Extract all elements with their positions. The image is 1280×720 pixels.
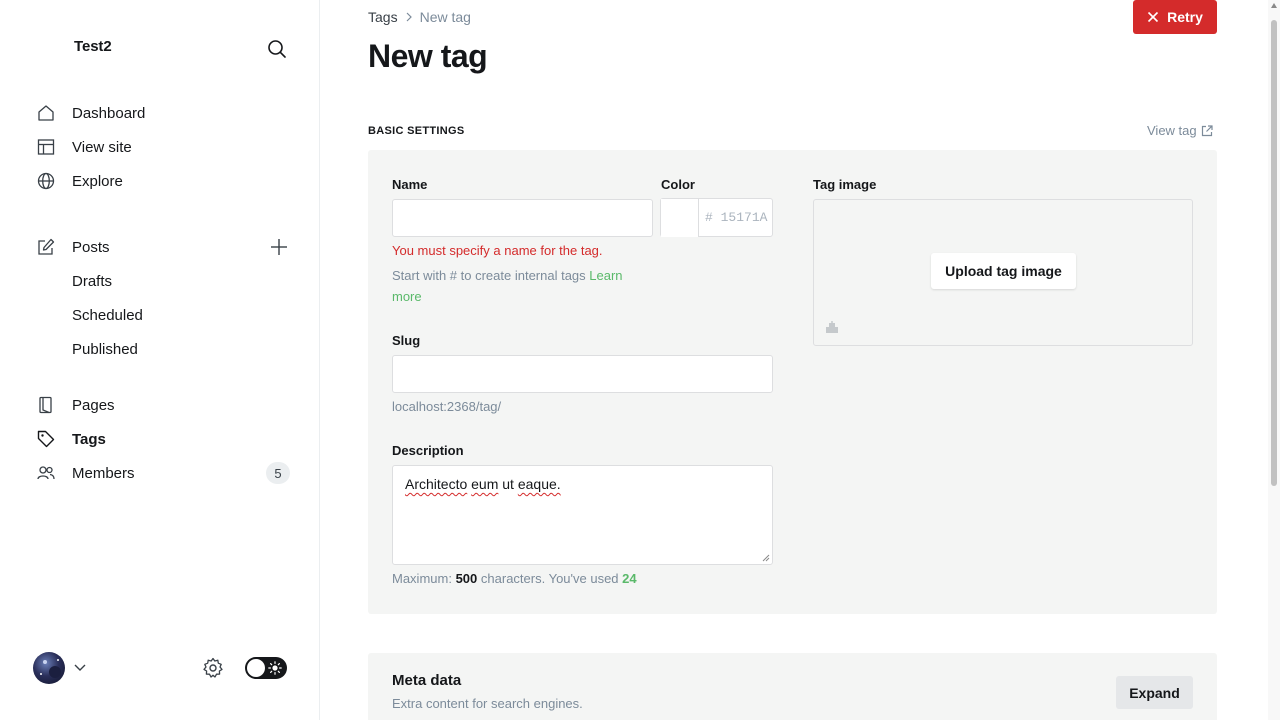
search-button[interactable] <box>264 36 290 62</box>
description-word: ut <box>502 476 514 492</box>
nav-pages-label: Pages <box>72 396 115 414</box>
resize-handle-icon[interactable] <box>762 554 770 562</box>
nav-view-site-label: View site <box>72 138 132 156</box>
description-label: Description <box>392 443 464 458</box>
description-char-counter: Maximum: 500 characters. You've used 24 <box>392 571 637 586</box>
meta-data-panel: Meta data Extra content for search engin… <box>368 653 1217 720</box>
scroll-up-arrow-icon[interactable] <box>1271 3 1277 8</box>
close-icon <box>1148 11 1159 23</box>
members-icon <box>36 463 56 483</box>
color-hash-symbol: # <box>705 210 713 225</box>
name-hint-text: Start with # to create internal tags <box>392 268 586 283</box>
nav-explore[interactable]: Explore <box>36 165 294 197</box>
name-error: You must specify a name for the tag. <box>392 243 603 258</box>
nav-posts[interactable]: Posts <box>36 231 294 263</box>
breadcrumb: Tags New tag <box>368 9 471 25</box>
nav-drafts[interactable]: Drafts <box>72 265 294 297</box>
nav-members-label: Members <box>72 464 135 482</box>
breadcrumb-tags-link[interactable]: Tags <box>368 9 398 25</box>
nav-members[interactable]: Members <box>36 457 294 489</box>
color-hex-placeholder: # 15171A <box>705 210 767 225</box>
description-word: eum <box>471 476 499 492</box>
name-hint: Start with # to create internal tags Lea… <box>392 265 652 307</box>
user-menu-toggle[interactable] <box>72 659 88 675</box>
retry-button[interactable]: Retry <box>1133 0 1217 34</box>
nav-dashboard-label: Dashboard <box>72 104 146 122</box>
avatar-image <box>40 659 61 678</box>
external-link-icon <box>1201 124 1213 136</box>
description-textarea[interactable]: Architecto eum ut eaque. <box>392 465 773 565</box>
slug-input[interactable] <box>392 355 773 393</box>
scroll-thumb[interactable] <box>1271 20 1277 486</box>
description-word: Architecto <box>405 476 468 492</box>
breadcrumb-current: New tag <box>419 9 471 25</box>
nav-scheduled-label: Scheduled <box>72 306 143 324</box>
view-tag-label: View tag <box>1147 123 1197 138</box>
plus-icon <box>271 239 287 255</box>
user-avatar[interactable] <box>33 652 65 684</box>
nav-published[interactable]: Published <box>72 333 294 365</box>
nav-posts-label: Posts <box>72 238 110 256</box>
expand-meta-data-button[interactable]: Expand <box>1116 676 1193 709</box>
chevron-right-icon <box>406 12 412 22</box>
description-word: eaque. <box>517 476 561 492</box>
counter-max: 500 <box>455 571 478 586</box>
color-hex-value: 15171A <box>720 210 768 225</box>
nav-dashboard[interactable]: Dashboard <box>36 97 294 129</box>
basic-settings-panel: Name You must specify a name for the tag… <box>368 150 1217 614</box>
slug-url-preview: localhost:2368/tag/ <box>392 399 502 414</box>
sun-icon <box>268 661 282 675</box>
counter-prefix: Maximum: <box>392 571 452 586</box>
meta-data-title: Meta data <box>392 672 462 689</box>
page-scrollbar[interactable] <box>1268 0 1280 720</box>
tag-image-dropzone[interactable]: Upload tag image <box>813 199 1193 346</box>
sidebar: Test2 Dashboard View site Explore Posts … <box>0 0 320 720</box>
retry-label: Retry <box>1167 9 1203 25</box>
chevron-down-icon <box>74 664 86 671</box>
counter-used: 24 <box>622 571 637 586</box>
settings-button[interactable] <box>200 655 226 681</box>
page-icon <box>36 395 56 415</box>
name-input[interactable] <box>392 199 653 237</box>
dark-mode-toggle[interactable] <box>245 657 287 679</box>
upload-tag-image-button[interactable]: Upload tag image <box>931 253 1076 289</box>
nav-drafts-label: Drafts <box>72 272 113 290</box>
site-title: Test2 <box>74 38 112 55</box>
members-count-badge: 5 <box>266 462 290 484</box>
slug-label: Slug <box>392 333 421 348</box>
search-icon <box>268 40 286 58</box>
nav-tags[interactable]: Tags <box>36 423 294 455</box>
new-post-button[interactable] <box>266 234 292 260</box>
nav-tags-label: Tags <box>72 430 106 448</box>
image-placeholder-icon <box>826 321 838 333</box>
nav-pages[interactable]: Pages <box>36 389 294 421</box>
home-icon <box>36 103 56 123</box>
nav-view-site[interactable]: View site <box>36 131 294 163</box>
view-tag-link[interactable]: View tag <box>1147 123 1213 138</box>
nav-explore-label: Explore <box>72 172 123 190</box>
layout-icon <box>36 137 56 157</box>
toggle-knob <box>247 659 265 677</box>
name-label: Name <box>392 177 428 192</box>
basic-settings-heading: BASIC SETTINGS <box>368 125 465 137</box>
color-swatch[interactable] <box>661 199 699 237</box>
nav-scheduled[interactable]: Scheduled <box>72 299 294 331</box>
meta-data-subtitle: Extra content for search engines. <box>392 696 583 711</box>
tag-image-label: Tag image <box>813 177 877 192</box>
nav-published-label: Published <box>72 340 138 358</box>
page-title: New tag <box>368 38 488 74</box>
counter-middle: characters. You've used <box>480 571 619 586</box>
edit-icon <box>36 237 56 257</box>
tag-icon <box>36 429 56 449</box>
color-label: Color <box>661 177 695 192</box>
globe-icon <box>36 171 56 191</box>
gear-icon <box>203 657 223 678</box>
